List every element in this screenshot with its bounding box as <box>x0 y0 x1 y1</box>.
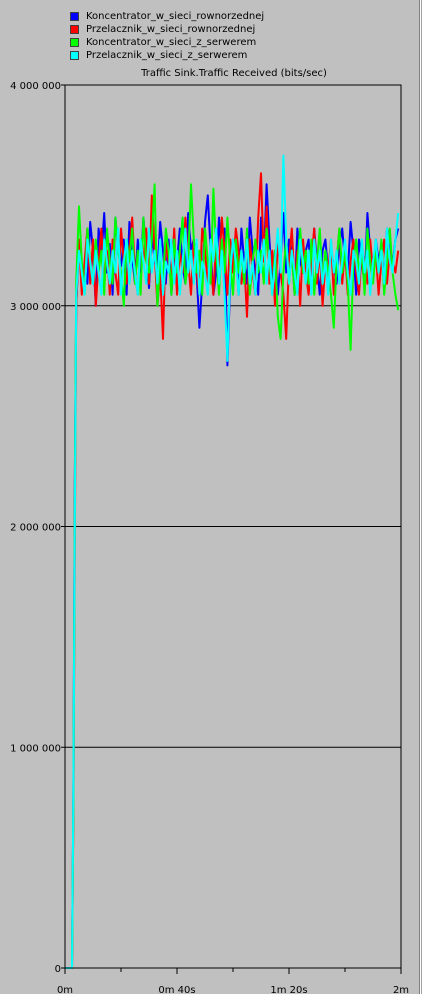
chart-window: Koncentrator_w_sieci_rownorzednej Przelac… <box>0 0 422 994</box>
y-tick-label: 1 000 000 <box>10 743 61 754</box>
x-tick-label: 0m 40s <box>158 985 195 994</box>
plot-svg: 0 1 000 000 2 000 000 3 000 000 4 000 000 0m… <box>10 81 409 994</box>
x-tick-label: 0m <box>57 985 73 994</box>
x-tick-label: 2m <box>393 985 409 994</box>
series-line <box>65 183 400 969</box>
y-tick-label: 4 000 000 <box>10 81 61 92</box>
y-axis: 0 1 000 000 2 000 000 3 000 000 4 000 000 <box>10 81 65 975</box>
series-lines <box>65 154 400 969</box>
y-tick-label: 3 000 000 <box>10 302 61 313</box>
y-tick-label: 0 <box>55 964 61 975</box>
x-tick-label: 1m 20s <box>270 985 307 994</box>
gridlines <box>65 305 401 748</box>
y-tick-label: 2 000 000 <box>10 523 61 534</box>
x-axis: 0m 0m 40s 1m 20s 2m <box>57 968 409 994</box>
